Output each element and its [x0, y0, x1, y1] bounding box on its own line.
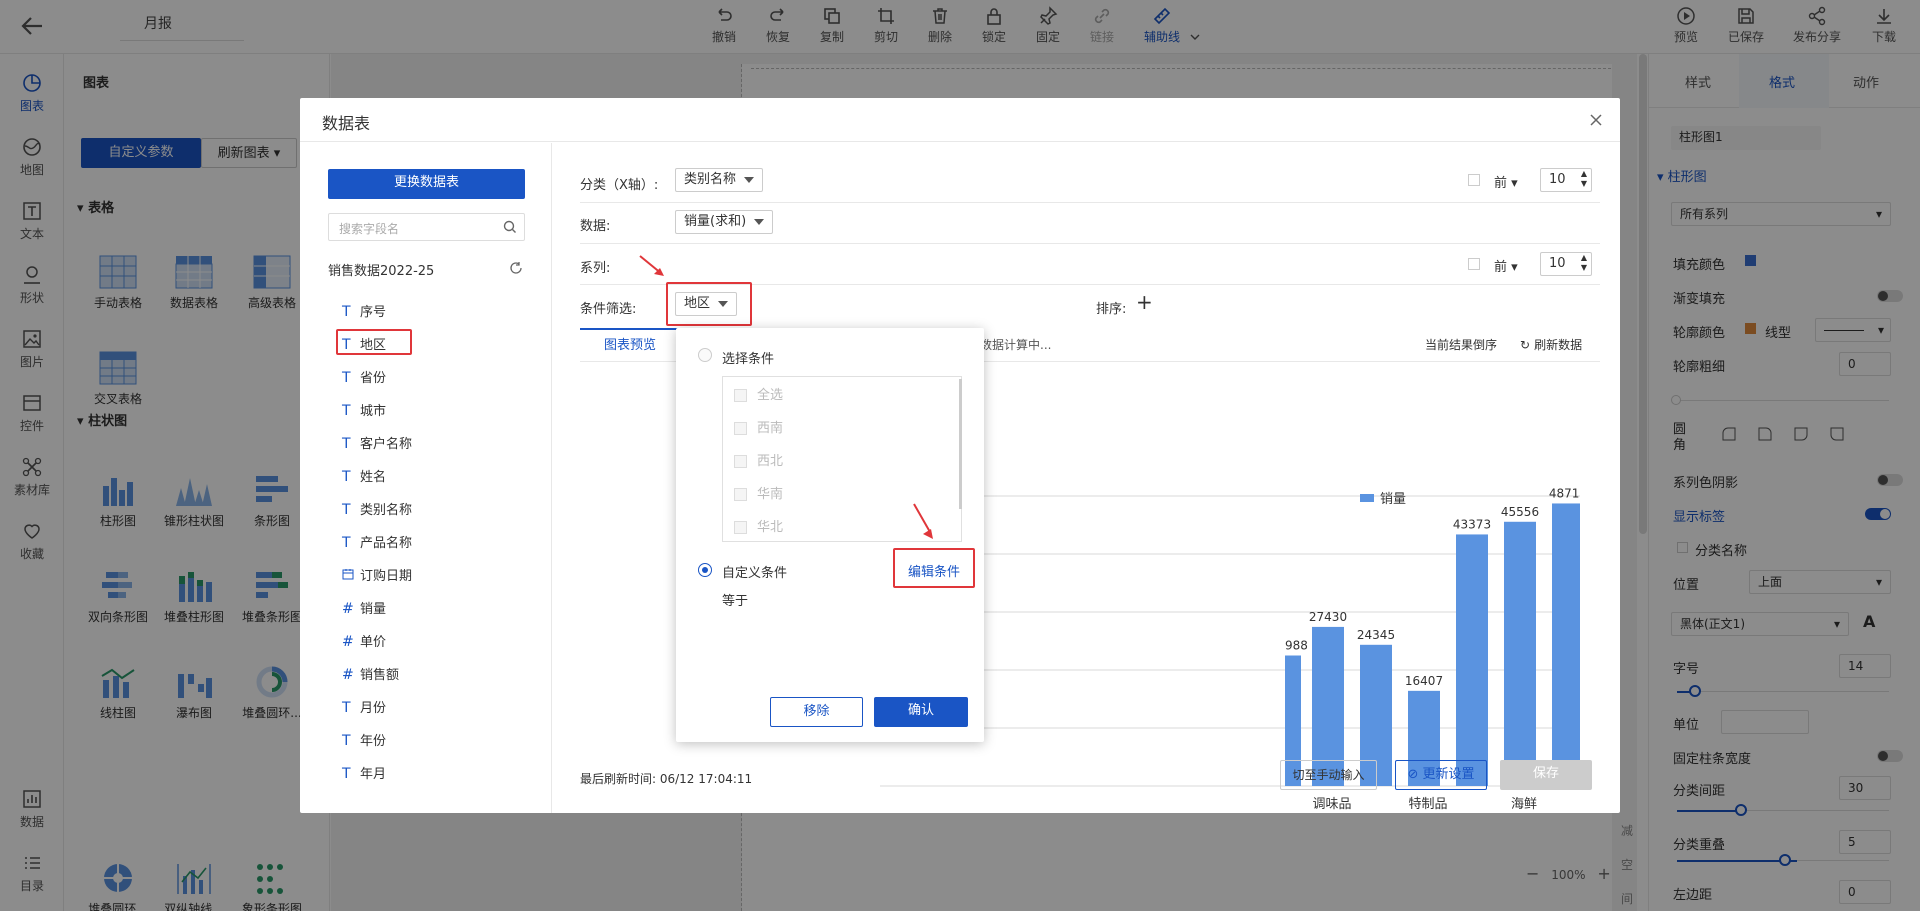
dataset-name: 销售数据2022-25: [328, 264, 435, 279]
bar: [1504, 521, 1536, 786]
x-tick-label: 调味品: [1312, 797, 1351, 812]
save-button[interactable]: 保存: [1500, 760, 1592, 790]
remove-button[interactable]: 移除: [770, 697, 863, 727]
highlight-edit-condition: [893, 548, 975, 588]
confirm-button[interactable]: 确认: [874, 697, 968, 727]
text-field-icon: T: [342, 403, 351, 419]
dialog-title: 数据表: [322, 114, 371, 133]
field-item[interactable]: T 姓名: [342, 466, 386, 485]
custom-condition-radio[interactable]: [698, 563, 712, 577]
equals-text: 等于: [722, 594, 749, 609]
category-select[interactable]: 类别名称: [675, 168, 764, 192]
bar-value-label: 988: [1285, 639, 1308, 653]
refresh-icon[interactable]: [509, 261, 523, 275]
highlight-region-field: [336, 329, 412, 355]
search-icon[interactable]: [503, 220, 517, 234]
field-list-pane: 更换数据表 搜索字段名 销售数据2022-25 T 序号 T 地区 T 省份 T 城市 …: [300, 143, 552, 813]
text-field-icon: T: [342, 304, 351, 320]
select-condition-label: 选择条件: [722, 352, 775, 367]
calendar-icon: [342, 568, 360, 584]
last-refresh-time: 最后刷新时间: 06/12 17:04:11: [580, 772, 753, 786]
top-n-select-2[interactable]: 前 ▾: [1494, 256, 1518, 275]
field-item[interactable]: T 类别名称: [342, 499, 412, 518]
change-table-button[interactable]: 更换数据表: [328, 169, 525, 199]
filter-label: 条件筛选:: [580, 302, 637, 317]
bar: [1456, 534, 1488, 786]
field-item[interactable]: T 客户名称: [342, 433, 412, 452]
number-field-icon: #: [342, 601, 354, 617]
red-arrow-icon: [912, 502, 936, 542]
field-item[interactable]: 订购日期: [342, 565, 412, 584]
bar-value-label: 48714: [1549, 486, 1580, 500]
close-icon[interactable]: [1588, 112, 1604, 128]
field-item[interactable]: T 年月: [342, 763, 386, 782]
field-item[interactable]: T 省份: [342, 367, 386, 386]
text-field-icon: T: [342, 436, 351, 452]
refresh-data-button[interactable]: ↻ 刷新数据: [1520, 336, 1582, 353]
option-select-all[interactable]: 全选: [734, 384, 783, 403]
top-n-input-1[interactable]: 10 ▲ ▼: [1540, 168, 1592, 192]
top-n-checkbox-2[interactable]: [1468, 258, 1480, 270]
option-southwest[interactable]: 西南: [734, 417, 783, 436]
tab-chart-preview[interactable]: 图表预览: [580, 328, 680, 362]
number-field-icon: #: [342, 667, 354, 683]
bar-value-label: 45556: [1501, 505, 1539, 519]
x-tick-label: 海鲜: [1511, 797, 1537, 812]
field-search-input[interactable]: 搜索字段名: [339, 220, 399, 237]
field-item[interactable]: # 销售额: [342, 664, 399, 683]
sort-label: 排序:: [1096, 302, 1127, 317]
bar-chart-preview: 销量 988 27430 24345 16407 43373 45556 48714 调味品 特制…: [880, 486, 1580, 812]
check-circle-icon: ⊘: [1407, 767, 1419, 782]
option-north-china[interactable]: 华北: [734, 516, 783, 535]
custom-condition-label: 自定义条件: [722, 566, 788, 581]
legend-label: 销量: [1380, 492, 1406, 507]
category-axis-label: 分类（X轴）:: [580, 178, 659, 193]
top-n-checkbox-1[interactable]: [1468, 174, 1480, 186]
text-field-icon: T: [342, 502, 351, 518]
red-arrow-icon: [638, 254, 668, 280]
divider: [580, 243, 1600, 244]
filter-condition-popup: 选择条件: [676, 328, 984, 742]
field-item[interactable]: # 单价: [342, 631, 386, 650]
text-field-icon: T: [342, 370, 351, 386]
field-item[interactable]: T 产品名称: [342, 532, 412, 551]
bar-value-label: 16407: [1405, 674, 1443, 688]
field-search-box[interactable]: 搜索字段名: [328, 213, 525, 241]
top-n-select-1[interactable]: 前 ▾: [1494, 172, 1518, 191]
calculating-text: 数据计算中...: [980, 338, 1052, 352]
select-condition-radio[interactable]: [698, 348, 712, 362]
reverse-order-label[interactable]: 当前结果倒序: [1425, 336, 1497, 353]
divider: [580, 202, 1600, 203]
dialog-header: 数据表: [300, 98, 1620, 142]
option-south-china[interactable]: 华南: [734, 483, 783, 502]
field-item[interactable]: T 序号: [342, 301, 386, 320]
text-field-icon: T: [342, 733, 351, 749]
bar-value-label: 24345: [1357, 628, 1395, 642]
x-tick-label: 特制品: [1408, 797, 1447, 812]
number-field-icon: #: [342, 634, 354, 650]
legend-swatch: [1360, 494, 1374, 502]
field-item[interactable]: T 年份: [342, 730, 386, 749]
options-scrollbar[interactable]: [959, 379, 962, 509]
field-item[interactable]: T 月份: [342, 697, 386, 716]
highlight-filter-select: [666, 282, 752, 326]
series-label: 系列:: [580, 261, 611, 276]
bar-value-label: 27430: [1309, 610, 1347, 624]
data-label: 数据:: [580, 219, 611, 234]
data-select[interactable]: 销量(求和): [675, 210, 774, 234]
text-field-icon: T: [342, 700, 351, 716]
manual-input-button[interactable]: 切至手动输入: [1280, 760, 1377, 790]
update-settings-button[interactable]: ⊘ 更新设置: [1395, 760, 1487, 790]
field-item[interactable]: # 销量: [342, 598, 386, 617]
field-item[interactable]: T 城市: [342, 400, 386, 419]
top-n-input-2[interactable]: 10 ▲ ▼: [1540, 252, 1592, 276]
text-field-icon: T: [342, 535, 351, 551]
bar: [1552, 503, 1580, 786]
text-field-icon: T: [342, 766, 351, 782]
option-northwest[interactable]: 西北: [734, 450, 783, 469]
add-sort-icon[interactable]: +: [1136, 290, 1153, 314]
bar-value-label: 43373: [1453, 517, 1491, 531]
text-field-icon: T: [342, 469, 351, 485]
